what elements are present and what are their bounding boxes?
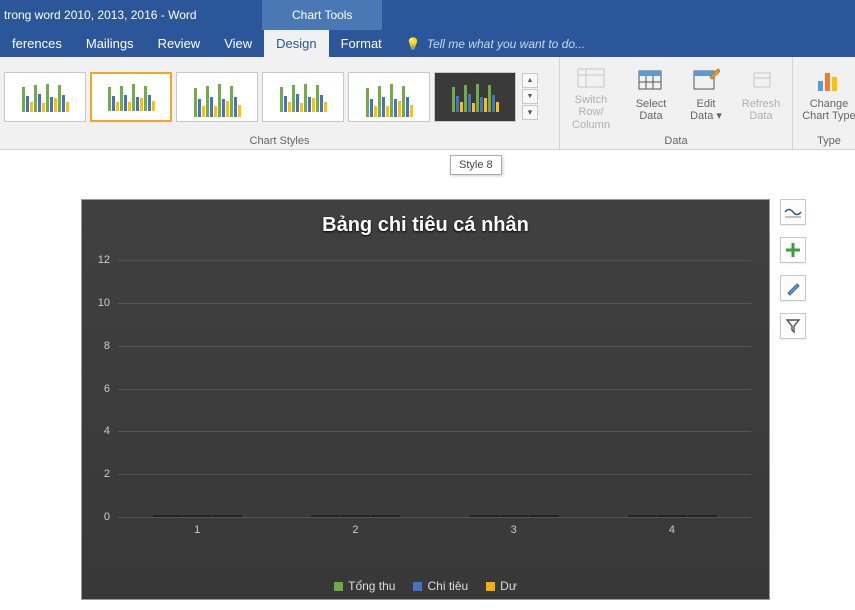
group-label-type: Type	[797, 134, 855, 149]
chart-elements-button[interactable]	[780, 237, 806, 263]
legend-swatch	[334, 582, 343, 591]
brush-icon	[785, 280, 801, 296]
bar-Chi tiêu[interactable]	[499, 515, 529, 517]
gridline	[118, 517, 751, 518]
tab-review[interactable]: Review	[146, 30, 213, 57]
tell-me-search[interactable]: 💡 Tell me what you want to do...	[394, 30, 597, 57]
tab-references[interactable]: ferences	[0, 30, 74, 57]
bar-Dư[interactable]	[370, 515, 400, 517]
bar-Tổng thu[interactable]	[627, 515, 657, 517]
ribbon: · ·	[0, 57, 855, 150]
bar-Tổng thu[interactable]	[152, 515, 182, 517]
gallery-spinner: ▲ ▼ ▾	[522, 73, 538, 120]
lightbulb-icon: 💡	[406, 37, 421, 51]
chart-legend[interactable]: Tổng thu Chi tiêu Dư	[82, 579, 769, 593]
change-chart-type-label: ChangeChart Type	[802, 98, 855, 123]
switch-row-column-label: Switch Row/Column	[564, 94, 618, 132]
y-tick: 4	[104, 425, 110, 437]
bar-cluster	[310, 515, 400, 517]
y-tick: 0	[104, 511, 110, 523]
group-label-styles: Chart Styles	[4, 134, 555, 149]
x-tick: 3	[511, 521, 517, 539]
tab-format[interactable]: Format	[329, 30, 394, 57]
group-label-data: Data	[564, 134, 788, 149]
chart-style-4[interactable]: ·	[262, 72, 344, 122]
gallery-down-button[interactable]: ▼	[522, 89, 538, 104]
legend-item[interactable]: Chi tiêu	[413, 579, 468, 593]
refresh-data-label: RefreshData	[742, 98, 781, 123]
edit-data-label: EditData ▾	[690, 98, 722, 123]
tab-view[interactable]: View	[212, 30, 264, 57]
legend-label: Dư	[500, 579, 517, 593]
bar-Tổng thu[interactable]	[469, 515, 499, 517]
change-chart-type-button[interactable]: ChangeChart Type	[797, 62, 855, 132]
y-tick: 2	[104, 468, 110, 480]
select-data-button[interactable]: SelectData	[624, 62, 678, 132]
bar-cluster	[469, 515, 559, 517]
select-data-icon	[635, 64, 667, 96]
chart-object[interactable]: Bảng chi tiêu cá nhân 024681012 1234 Tổn…	[81, 199, 770, 600]
x-tick: 2	[352, 521, 358, 539]
tell-me-placeholder: Tell me what you want to do...	[427, 37, 585, 51]
y-tick: 12	[98, 254, 110, 266]
edit-data-button[interactable]: EditData ▾	[684, 62, 728, 132]
y-tick: 10	[98, 297, 110, 309]
ribbon-tabs: ferences Mailings Review View Design For…	[0, 30, 855, 57]
legend-item[interactable]: Tổng thu	[334, 579, 395, 593]
y-tick: 8	[104, 340, 110, 352]
chart-style-1[interactable]: ·	[4, 72, 86, 122]
style-tooltip: Style 8	[450, 155, 502, 175]
bar-Chi tiêu[interactable]	[657, 515, 687, 517]
chart-title[interactable]: Bảng chi tiêu cá nhân	[82, 200, 769, 247]
tab-mailings[interactable]: Mailings	[74, 30, 146, 57]
tab-design[interactable]: Design	[264, 30, 328, 57]
chart-styles-button[interactable]	[780, 275, 806, 301]
funnel-icon	[785, 318, 801, 334]
chart-style-3[interactable]: ·	[176, 72, 258, 122]
gallery-more-button[interactable]: ▾	[522, 105, 538, 120]
legend-item[interactable]: Dư	[486, 579, 517, 593]
bar-Dư[interactable]	[212, 515, 242, 517]
bar-Dư[interactable]	[687, 515, 717, 517]
bar-Chi tiêu[interactable]	[340, 515, 370, 517]
legend-swatch	[486, 582, 495, 591]
select-data-label: SelectData	[636, 98, 667, 123]
x-tick: 1	[194, 521, 200, 539]
layout-options-icon	[784, 205, 802, 219]
refresh-data-button: RefreshData	[734, 62, 788, 132]
legend-label: Tổng thu	[348, 579, 395, 593]
chart-style-6[interactable]: ·	[434, 72, 516, 122]
chart-style-gallery: · ·	[4, 72, 538, 122]
bar-cluster	[627, 515, 717, 517]
plus-icon	[785, 242, 801, 258]
legend-label: Chi tiêu	[427, 579, 468, 593]
switch-row-column-icon	[575, 64, 607, 92]
switch-row-column-button: Switch Row/Column	[564, 62, 618, 132]
legend-swatch	[413, 582, 422, 591]
chart-style-2[interactable]: ·	[90, 72, 172, 122]
chart-filters-button[interactable]	[780, 313, 806, 339]
x-tick: 4	[669, 521, 675, 539]
bar-Dư[interactable]	[529, 515, 559, 517]
layout-options-button[interactable]	[780, 199, 806, 225]
edit-data-icon	[690, 64, 722, 96]
bar-Chi tiêu[interactable]	[182, 515, 212, 517]
change-chart-type-icon	[813, 64, 845, 96]
y-tick: 6	[104, 383, 110, 395]
window-title: trong word 2010, 2013, 2016 - Word	[0, 0, 262, 30]
bar-Tổng thu[interactable]	[310, 515, 340, 517]
bar-cluster	[152, 515, 242, 517]
contextual-tab-label: Chart Tools	[262, 0, 382, 30]
gallery-up-button[interactable]: ▲	[522, 73, 538, 88]
refresh-data-icon	[745, 64, 777, 96]
chart-style-5[interactable]: ·	[348, 72, 430, 122]
plot-area[interactable]: 024681012 1234	[118, 260, 751, 539]
